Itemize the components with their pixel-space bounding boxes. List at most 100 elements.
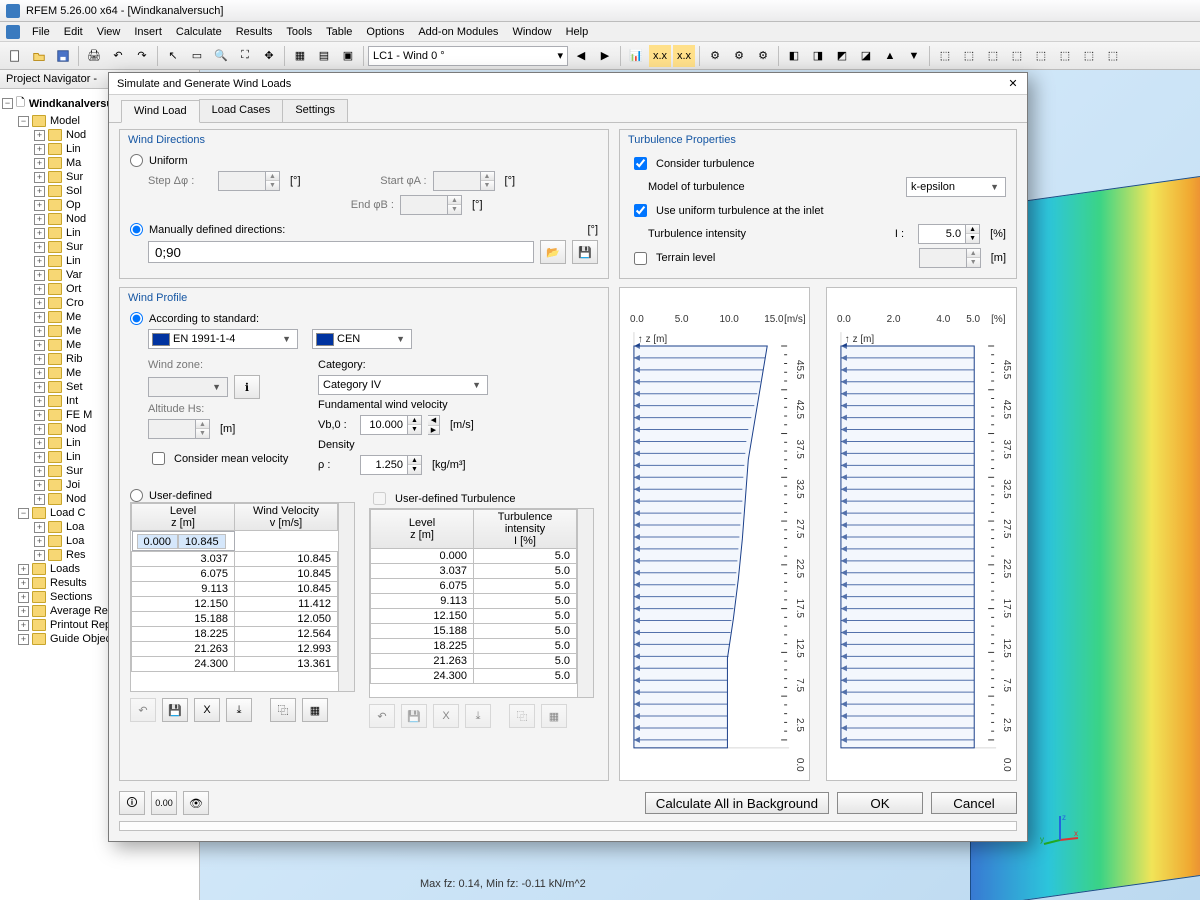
menu-insert[interactable]: Insert — [128, 24, 168, 40]
expand-icon[interactable]: + — [34, 466, 45, 477]
expand-icon[interactable]: + — [18, 606, 29, 617]
redo-icon[interactable]: ↷ — [131, 45, 153, 67]
scrollbar[interactable] — [577, 509, 593, 697]
table-velocity[interactable]: Levelz [m]Wind Velocityv [m/s] 0.00010.8… — [130, 502, 355, 692]
expand-icon[interactable]: + — [34, 256, 45, 267]
menu-edit[interactable]: Edit — [58, 24, 89, 40]
table-row[interactable]: 12.1505.0 — [371, 609, 577, 624]
menu-addon[interactable]: Add-on Modules — [412, 24, 504, 40]
tab-load-cases[interactable]: Load Cases — [199, 99, 284, 122]
expand-icon[interactable]: + — [34, 368, 45, 379]
select-category[interactable]: Category IV▼ — [318, 375, 488, 395]
save-icon[interactable] — [52, 45, 74, 67]
check-mean-velocity[interactable] — [152, 452, 165, 465]
table-row[interactable]: 24.3005.0 — [371, 669, 577, 684]
table-row[interactable]: 6.07510.845 — [132, 567, 338, 582]
xx-icon[interactable]: x.x — [649, 45, 671, 67]
tool-icon[interactable]: ⚙ — [704, 45, 726, 67]
open-folder-icon[interactable]: 📂 — [540, 240, 566, 264]
module1-icon[interactable]: ◧ — [783, 45, 805, 67]
copy-icon[interactable]: ⿻ — [270, 698, 296, 722]
save-icon[interactable]: 💾 — [162, 698, 188, 722]
expand-icon[interactable]: + — [34, 144, 45, 155]
zoom-icon[interactable]: 🔍 — [210, 45, 232, 67]
menu-options[interactable]: Options — [360, 24, 410, 40]
close-icon[interactable]: ✕ — [999, 74, 1027, 94]
cancel-button[interactable]: Cancel — [931, 792, 1017, 814]
collapse-icon[interactable]: − — [2, 98, 13, 109]
table-row[interactable]: 15.1885.0 — [371, 624, 577, 639]
x1-icon[interactable]: ⬚ — [934, 45, 956, 67]
expand-icon[interactable]: + — [34, 452, 45, 463]
table-row[interactable]: 3.0375.0 — [371, 564, 577, 579]
module5-icon[interactable]: ▲ — [879, 45, 901, 67]
x7-icon[interactable]: ⬚ — [1078, 45, 1100, 67]
x3-icon[interactable]: ⬚ — [982, 45, 1004, 67]
expand-icon[interactable]: + — [34, 550, 45, 561]
table-row[interactable]: 12.15011.412 — [132, 597, 338, 612]
expand-icon[interactable]: + — [34, 284, 45, 295]
expand-icon[interactable]: + — [18, 564, 29, 575]
x4-icon[interactable]: ⬚ — [1006, 45, 1028, 67]
table-row[interactable]: 3.03710.845 — [132, 552, 338, 567]
expand-icon[interactable]: + — [34, 396, 45, 407]
zoom-fit-icon[interactable]: ⛶ — [234, 45, 256, 67]
scrollbar[interactable] — [338, 503, 354, 691]
expand-icon[interactable]: + — [34, 410, 45, 421]
collapse-icon[interactable]: − — [18, 508, 29, 519]
expand-icon[interactable]: + — [34, 172, 45, 183]
step-left-icon[interactable]: ◀ — [428, 416, 439, 426]
expand-icon[interactable]: + — [34, 186, 45, 197]
table-row[interactable]: 0.0005.0 — [371, 549, 577, 564]
table-row[interactable]: 0.00010.845 — [132, 531, 235, 551]
select-standard[interactable]: EN 1991-1-4▼ — [148, 329, 298, 349]
menu-tools[interactable]: Tools — [280, 24, 318, 40]
table-row[interactable]: 15.18812.050 — [132, 612, 338, 627]
save-disk-icon[interactable]: 💾 — [572, 240, 598, 264]
module3-icon[interactable]: ◩ — [831, 45, 853, 67]
check-terrain[interactable] — [634, 252, 647, 265]
table-row[interactable]: 18.22512.564 — [132, 627, 338, 642]
render-icon[interactable]: ▦ — [289, 45, 311, 67]
loadcase-combo[interactable]: LC1 - Wind 0 °▾ — [368, 46, 568, 66]
radio-manual[interactable] — [130, 223, 143, 236]
grid-icon[interactable]: ▤ — [313, 45, 335, 67]
next-icon[interactable]: ▶ — [594, 45, 616, 67]
expand-icon[interactable]: + — [18, 634, 29, 645]
expand-icon[interactable]: + — [34, 214, 45, 225]
expand-icon[interactable]: + — [34, 438, 45, 449]
expand-icon[interactable]: + — [34, 158, 45, 169]
tool2-icon[interactable]: ⚙ — [728, 45, 750, 67]
check-consider-turbulence[interactable] — [634, 157, 647, 170]
radio-uniform[interactable] — [130, 154, 143, 167]
ok-button[interactable]: OK — [837, 792, 923, 814]
menu-table[interactable]: Table — [320, 24, 358, 40]
module6-icon[interactable]: ▼ — [903, 45, 925, 67]
x8-icon[interactable]: ⬚ — [1102, 45, 1124, 67]
expand-icon[interactable]: + — [34, 522, 45, 533]
radio-according[interactable] — [130, 312, 143, 325]
module2-icon[interactable]: ◨ — [807, 45, 829, 67]
expand-icon[interactable]: + — [34, 494, 45, 505]
expand-icon[interactable]: + — [18, 578, 29, 589]
input-vb[interactable]: ▲▼ — [360, 415, 422, 435]
units-icon[interactable]: 0.00 — [151, 791, 177, 815]
x5-icon[interactable]: ⬚ — [1030, 45, 1052, 67]
table-row[interactable]: 6.0755.0 — [371, 579, 577, 594]
help-icon[interactable]: 🛈 — [119, 791, 145, 815]
pan-icon[interactable]: ✥ — [258, 45, 280, 67]
table-row[interactable]: 24.30013.361 — [132, 657, 338, 672]
expand-icon[interactable]: + — [34, 200, 45, 211]
table-turbulence[interactable]: Levelz [m]Turbulence intensityI [%] 0.00… — [369, 508, 594, 698]
expand-icon[interactable]: + — [34, 340, 45, 351]
open-icon[interactable] — [28, 45, 50, 67]
expand-icon[interactable]: + — [34, 242, 45, 253]
print-icon[interactable]: 🖨 — [83, 45, 105, 67]
prev-icon[interactable]: ◀ — [570, 45, 592, 67]
xx2-icon[interactable]: x.x — [673, 45, 695, 67]
x2-icon[interactable]: ⬚ — [958, 45, 980, 67]
x6-icon[interactable]: ⬚ — [1054, 45, 1076, 67]
export-icon[interactable]: ⤓ — [226, 698, 252, 722]
tool3-icon[interactable]: ⚙ — [752, 45, 774, 67]
radio-user-defined[interactable] — [130, 489, 143, 502]
